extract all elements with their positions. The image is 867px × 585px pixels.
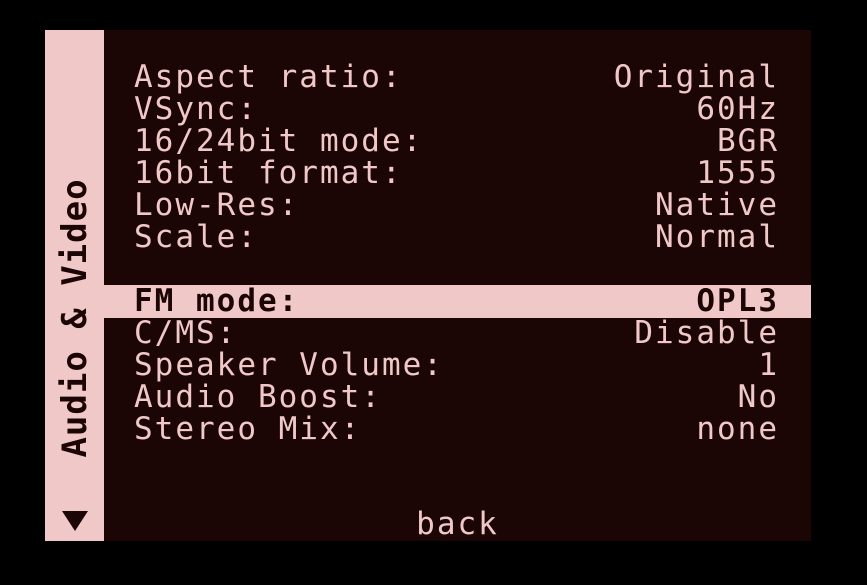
menu-item-16bit-format[interactable]: 16bit format: 1555 — [104, 157, 811, 190]
menu-item-vsync[interactable]: VSync: 60Hz — [104, 93, 811, 126]
menu-item-label: Stereo Mix: — [134, 411, 362, 447]
back-button[interactable]: back — [104, 508, 811, 541]
menu-item-label: Aspect ratio: — [134, 59, 403, 95]
menu-item-label: Audio Boost: — [134, 379, 382, 415]
menu-item-16-24bit-mode[interactable]: 16/24bit mode: BGR — [104, 125, 811, 158]
menu-item-label: C/MS: — [134, 315, 238, 351]
menu-item-aspect-ratio[interactable]: Aspect ratio: Original — [104, 61, 811, 94]
menu-item-label: Scale: — [134, 219, 258, 255]
menu-item-audio-boost[interactable]: Audio Boost: No — [104, 381, 811, 414]
menu-item-low-res[interactable]: Low-Res: Native — [104, 189, 811, 222]
menu-item-label: 16bit format: — [134, 155, 403, 191]
down-arrow-icon[interactable] — [62, 511, 88, 531]
menu-item-value: OPL3 — [696, 283, 779, 319]
menu-item-value: none — [696, 411, 779, 447]
osd-menu-screen: Audio & Video Aspect ratio: Original VSy… — [45, 30, 811, 541]
menu-item-label: FM mode: — [134, 283, 300, 319]
menu-item-label: Speaker Volume: — [134, 347, 444, 383]
side-tab: Audio & Video — [45, 30, 104, 541]
menu-item-value: 1555 — [696, 155, 779, 191]
menu-item-label: 16/24bit mode: — [134, 123, 424, 159]
settings-menu: Aspect ratio: Original VSync: 60Hz 16/24… — [104, 30, 811, 541]
menu-item-label: VSync: — [134, 91, 258, 127]
menu-item-cms[interactable]: C/MS: Disable — [104, 317, 811, 350]
menu-item-value: Original — [613, 59, 779, 95]
menu-item-value: Disable — [634, 315, 779, 351]
menu-item-label: Low-Res: — [134, 187, 300, 223]
menu-item-stereo-mix[interactable]: Stereo Mix: none — [104, 413, 811, 446]
menu-item-value: 1 — [758, 347, 779, 383]
menu-item-scale[interactable]: Scale: Normal — [104, 221, 811, 254]
menu-item-value: Native — [655, 187, 779, 223]
menu-item-speaker-volume[interactable]: Speaker Volume: 1 — [104, 349, 811, 382]
menu-item-value: BGR — [717, 123, 779, 159]
menu-item-value: No — [737, 379, 779, 415]
menu-item-value: 60Hz — [696, 91, 779, 127]
side-tab-title: Audio & Video — [55, 178, 95, 458]
menu-item-fm-mode[interactable]: FM mode: OPL3 — [104, 285, 811, 318]
menu-item-value: Normal — [655, 219, 779, 255]
